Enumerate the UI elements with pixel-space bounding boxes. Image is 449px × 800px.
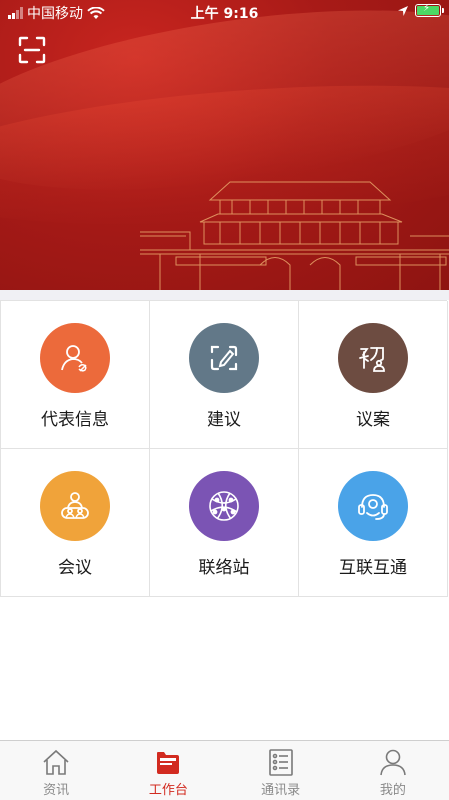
tab-label: 我的 (379, 783, 406, 798)
scan-icon[interactable] (18, 36, 46, 64)
menu-item-motion[interactable]: 议案 (299, 301, 448, 449)
contacts-icon (268, 749, 293, 776)
tab-workbench[interactable]: 工作台 (112, 741, 224, 800)
tab-news[interactable]: 资讯 (0, 741, 112, 800)
status-time: 上午 9:16 (190, 6, 259, 22)
bottom-tab-bar: 资讯 工作台 通讯录 我的 (0, 740, 449, 800)
representative-icon (40, 323, 110, 393)
battery-icon (415, 3, 444, 17)
tab-profile[interactable]: 我的 (337, 741, 449, 800)
tiananmen-illustration (140, 181, 449, 290)
home-icon (43, 749, 69, 775)
tab-label: 通讯录 (261, 783, 301, 798)
menu-item-liaison-station[interactable]: 联络站 (150, 449, 299, 597)
tab-label: 资讯 (43, 783, 70, 798)
menu-item-label: 联络站 (198, 558, 250, 578)
menu-item-label: 建议 (207, 410, 241, 430)
section-divider (0, 290, 449, 300)
app-screen: 中国移动 上午 9:16 ⚡ 代表信息 建议 议案 会议 联络站 互联互通 资讯… (0, 0, 449, 800)
workbench-icon (157, 752, 180, 774)
menu-item-meeting[interactable]: 会议 (1, 449, 150, 597)
menu-item-label: 会议 (58, 558, 92, 578)
location-arrow-icon (398, 5, 408, 16)
menu-item-interconnect[interactable]: 互联互通 (299, 449, 448, 597)
header-banner (0, 0, 449, 290)
profile-icon (380, 749, 406, 776)
edit-icon (189, 323, 259, 393)
status-right-group (397, 3, 444, 17)
status-bar: 中国移动 上午 9:16 (0, 0, 449, 24)
meeting-icon (40, 471, 110, 541)
motion-icon (338, 323, 408, 393)
menu-item-suggestion[interactable]: 建议 (150, 301, 299, 449)
headset-icon (338, 471, 408, 541)
tab-contacts[interactable]: 通讯录 (225, 741, 337, 800)
menu-item-label: 议案 (356, 410, 390, 430)
menu-item-representative-info[interactable]: 代表信息 (1, 301, 150, 449)
menu-item-label: 互联互通 (339, 558, 407, 578)
tab-label: 工作台 (148, 783, 188, 798)
menu-item-label: 代表信息 (41, 410, 109, 430)
network-icon (189, 471, 259, 541)
workbench-grid: 代表信息 建议 议案 会议 联络站 互联互通 (0, 300, 448, 597)
